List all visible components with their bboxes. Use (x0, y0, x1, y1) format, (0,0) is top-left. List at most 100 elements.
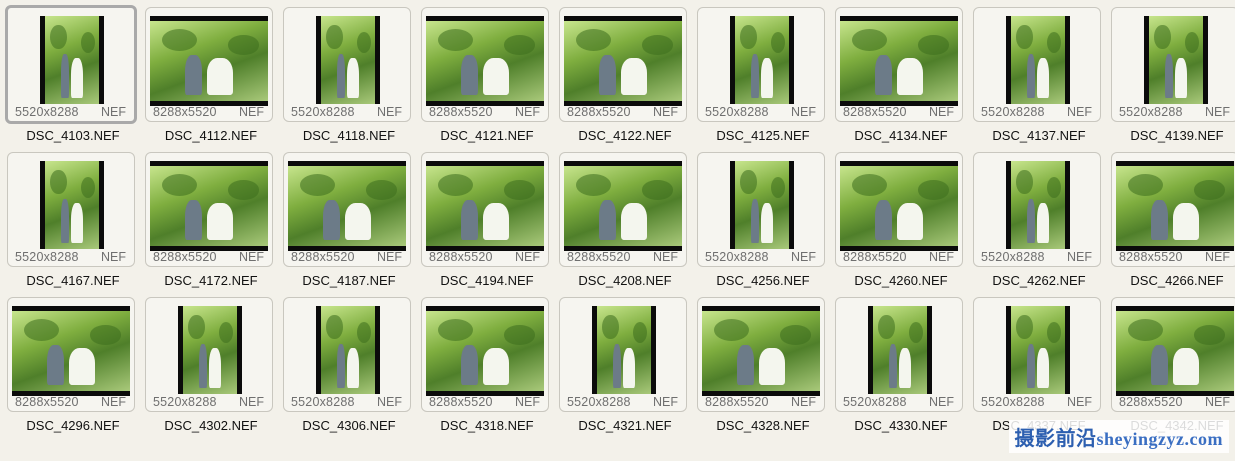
foliage-shape (641, 180, 673, 200)
file-tile[interactable]: 8288x5520 NEF DSC_4328.NEF (694, 294, 832, 439)
file-name-label[interactable]: DSC_4306.NEF (280, 418, 418, 433)
groom-figure (751, 54, 759, 98)
file-tile[interactable]: 5520x8288 NEF DSC_4167.NEF (4, 149, 142, 294)
file-name-label[interactable]: DSC_4137.NEF (970, 128, 1108, 143)
file-tile[interactable]: 5520x8288 NEF DSC_4302.NEF (142, 294, 280, 439)
file-tile[interactable]: 5520x8288 NEF DSC_4256.NEF (694, 149, 832, 294)
file-name-label[interactable]: DSC_4208.NEF (556, 273, 694, 288)
file-name-label[interactable]: DSC_4256.NEF (694, 273, 832, 288)
thumbnail-frame[interactable]: 5520x8288 NEF (697, 7, 825, 122)
photo-thumbnail (150, 161, 268, 251)
thumbnail-frame[interactable]: 8288x5520 NEF (145, 7, 273, 122)
file-type-label: NEF (791, 250, 816, 264)
photo-thumbnail (840, 16, 958, 106)
thumbnail-frame[interactable]: 8288x5520 NEF (835, 7, 963, 122)
bride-figure (1036, 347, 1049, 388)
file-name-label[interactable]: DSC_4318.NEF (418, 418, 556, 433)
file-tile[interactable]: 8288x5520 NEF DSC_4266.NEF (1108, 149, 1235, 294)
file-tile[interactable]: 8288x5520 NEF DSC_4187.NEF (280, 149, 418, 294)
file-tile[interactable]: 5520x8288 NEF DSC_4125.NEF (694, 4, 832, 149)
thumbnail-frame[interactable]: 5520x8288 NEF (973, 152, 1101, 267)
file-tile[interactable]: 5520x8288 NEF DSC_4139.NEF (1108, 4, 1235, 149)
groom-figure (737, 345, 754, 385)
thumbnail-frame[interactable]: 8288x5520 NEF (559, 7, 687, 122)
thumbnail-frame[interactable]: 8288x5520 NEF (421, 7, 549, 122)
file-name-label[interactable]: DSC_4118.NEF (280, 128, 418, 143)
file-name-label[interactable]: DSC_4121.NEF (418, 128, 556, 143)
file-name-label[interactable]: DSC_4328.NEF (694, 418, 832, 433)
file-tile[interactable]: 8288x5520 NEF DSC_4121.NEF (418, 4, 556, 149)
file-name-label[interactable]: DSC_4187.NEF (280, 273, 418, 288)
file-name-label[interactable]: DSC_4330.NEF (832, 418, 970, 433)
file-tile[interactable]: 8288x5520 NEF DSC_4112.NEF (142, 4, 280, 149)
thumbnail-frame[interactable]: 5520x8288 NEF (283, 7, 411, 122)
thumbnail-frame[interactable]: 8288x5520 NEF (1111, 297, 1235, 412)
thumbnail-frame[interactable]: 5520x8288 NEF (973, 297, 1101, 412)
thumbnail-frame[interactable]: 5520x8288 NEF (697, 152, 825, 267)
foliage-shape (50, 169, 67, 195)
thumbnail-frame[interactable]: 8288x5520 NEF (559, 152, 687, 267)
file-tile[interactable]: 5520x8288 NEF DSC_4262.NEF (970, 149, 1108, 294)
file-name-label[interactable]: DSC_4139.NEF (1108, 128, 1235, 143)
file-tile[interactable]: 8288x5520 NEF DSC_4260.NEF (832, 149, 970, 294)
thumbnail-frame[interactable]: 5520x8288 NEF (145, 297, 273, 412)
file-name-label[interactable]: DSC_4172.NEF (142, 273, 280, 288)
file-tile[interactable]: 8288x5520 NEF DSC_4208.NEF (556, 149, 694, 294)
groom-figure (1151, 345, 1168, 385)
file-tile[interactable]: 8288x5520 NEF DSC_4172.NEF (142, 149, 280, 294)
file-name-label[interactable]: DSC_4122.NEF (556, 128, 694, 143)
bride-figure (1172, 348, 1199, 385)
file-name-label[interactable]: DSC_4134.NEF (832, 128, 970, 143)
thumbnail-frame[interactable]: 8288x5520 NEF (835, 152, 963, 267)
file-tile[interactable]: 5520x8288 NEF DSC_4321.NEF (556, 294, 694, 439)
file-name-label[interactable]: DSC_4262.NEF (970, 273, 1108, 288)
file-tile[interactable]: 8288x5520 NEF DSC_4194.NEF (418, 149, 556, 294)
groom-figure (751, 199, 759, 243)
photo-thumbnail (592, 306, 656, 394)
file-tile[interactable]: 8288x5520NEFDSC_4342.NEF (1108, 294, 1235, 439)
file-name-label[interactable]: DSC_4260.NEF (832, 273, 970, 288)
thumbnail-frame[interactable]: 8288x5520 NEF (145, 152, 273, 267)
groom-figure (61, 54, 69, 98)
thumbnail-frame[interactable]: 5520x8288 NEF (559, 297, 687, 412)
thumbnail-frame[interactable]: 5520x8288 NEF (973, 7, 1101, 122)
file-tile[interactable]: 5520x8288 NEF DSC_4118.NEF (280, 4, 418, 149)
thumbnail-frame[interactable]: 8288x5520 NEF (7, 297, 135, 412)
file-name-label[interactable]: DSC_4321.NEF (556, 418, 694, 433)
file-name-label[interactable]: DSC_4125.NEF (694, 128, 832, 143)
thumbnail-frame[interactable]: 5520x8288 NEF (283, 297, 411, 412)
file-name-label[interactable]: DSC_4112.NEF (142, 128, 280, 143)
image-dimensions: 5520x8288 (981, 250, 1045, 264)
thumbnail-frame[interactable]: 5520x8288 NEF (835, 297, 963, 412)
file-tile[interactable]: 8288x5520 NEF DSC_4296.NEF (4, 294, 142, 439)
thumbnail-frame[interactable]: 5520x8288 NEF (1111, 7, 1235, 122)
file-name-label[interactable]: DSC_4266.NEF (1108, 273, 1235, 288)
thumbnail-frame[interactable]: 5520x8288 NEF (7, 152, 135, 267)
file-tile[interactable]: 5520x8288 NEF DSC_4306.NEF (280, 294, 418, 439)
image-dimensions: 5520x8288 (1119, 105, 1183, 119)
file-name-label[interactable]: DSC_4194.NEF (418, 273, 556, 288)
file-tile[interactable]: 5520x8288 NEF DSC_4103.NEF (4, 4, 142, 149)
file-tile[interactable]: 5520x8288 NEF DSC_4137.NEF (970, 4, 1108, 149)
file-type-label: NEF (929, 250, 954, 264)
file-tile[interactable]: 5520x8288NEFDSC_4337.NEF (970, 294, 1108, 439)
file-name-label[interactable]: DSC_4296.NEF (4, 418, 142, 433)
photo-thumbnail (288, 161, 406, 251)
file-name-label[interactable]: DSC_4302.NEF (142, 418, 280, 433)
thumbnail-frame[interactable]: 8288x5520 NEF (1111, 152, 1235, 267)
file-type-label: NEF (653, 105, 678, 119)
photo-thumbnail (730, 16, 794, 104)
file-tile[interactable]: 5520x8288 NEF DSC_4330.NEF (832, 294, 970, 439)
file-tile[interactable]: 8288x5520 NEF DSC_4122.NEF (556, 4, 694, 149)
thumbnail-frame[interactable]: 8288x5520 NEF (421, 297, 549, 412)
thumbnail-frame[interactable]: 8288x5520 NEF (421, 152, 549, 267)
groom-figure (1151, 200, 1168, 240)
file-tile[interactable]: 8288x5520 NEF DSC_4318.NEF (418, 294, 556, 439)
file-name-label[interactable]: DSC_4167.NEF (4, 273, 142, 288)
file-tile[interactable]: 8288x5520 NEF DSC_4134.NEF (832, 4, 970, 149)
thumbnail-frame[interactable]: 8288x5520 NEF (283, 152, 411, 267)
foliage-shape (779, 325, 811, 345)
thumbnail-frame[interactable]: 5520x8288 NEF (5, 5, 137, 124)
thumbnail-frame[interactable]: 8288x5520 NEF (697, 297, 825, 412)
file-name-label[interactable]: DSC_4103.NEF (4, 128, 142, 143)
